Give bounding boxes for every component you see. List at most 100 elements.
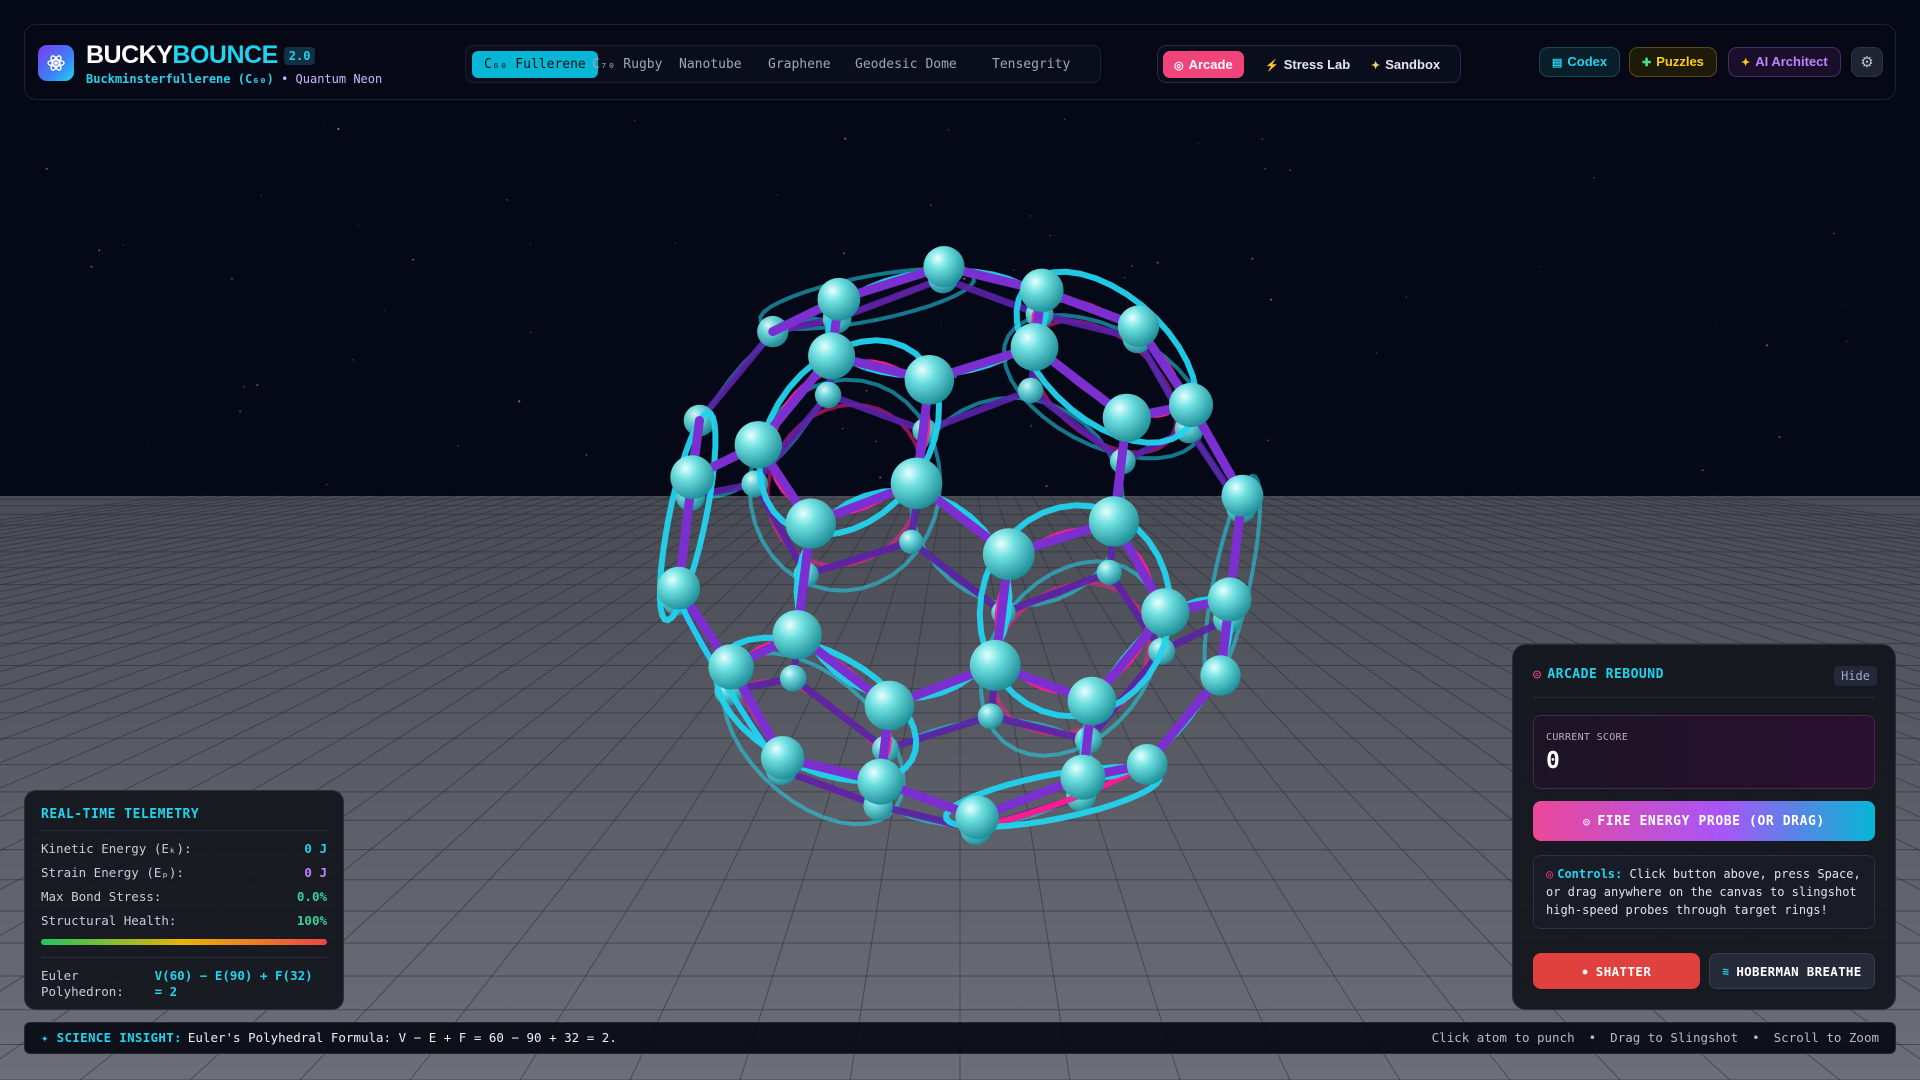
score-label: CURRENT SCORE bbox=[1546, 732, 1629, 743]
puzzles-button[interactable]: ✚ Puzzles bbox=[1629, 47, 1717, 77]
max-bond-stress-value: 0.0% bbox=[296, 889, 327, 904]
telemetry-panel: REAL-TIME TELEMETRY Kinetic Energy (Eₖ):… bbox=[24, 790, 344, 1010]
hide-panel-button[interactable]: Hide bbox=[1834, 666, 1877, 686]
fire-energy-probe-label: FIRE ENERGY PROBE (OR DRAG) bbox=[1597, 813, 1825, 829]
science-insight: ✦ SCIENCE INSIGHT: Euler's Polyhedral For… bbox=[41, 1023, 617, 1053]
score-display: CURRENT SCORE 0 bbox=[1533, 715, 1875, 789]
star bbox=[1251, 257, 1254, 260]
star bbox=[879, 476, 882, 479]
fire-energy-probe-button[interactable]: ◎ FIRE ENERGY PROBE (OR DRAG) bbox=[1533, 801, 1875, 841]
star bbox=[1593, 177, 1595, 179]
star bbox=[1156, 261, 1159, 264]
star bbox=[1716, 325, 1718, 327]
app-title: BUCKY BOUNCE 2.0 bbox=[86, 41, 382, 70]
star bbox=[383, 309, 385, 312]
star bbox=[843, 252, 845, 255]
carbon-atom bbox=[817, 277, 861, 321]
ai-architect-button[interactable]: ✦ AI Architect bbox=[1728, 47, 1841, 77]
hoberman-breathe-button[interactable]: ≋ HOBERMAN BREATHE bbox=[1709, 953, 1875, 989]
hoberman-breathe-label: HOBERMAN BREATHE bbox=[1736, 963, 1862, 979]
theme-name: • Quantum Neon bbox=[281, 72, 383, 86]
carbon-atom bbox=[864, 680, 915, 731]
controls-help: ◎ Controls: Click button above, press Spa… bbox=[1533, 855, 1875, 929]
tab-c70-rugby[interactable]: C₇₀ Rugby bbox=[580, 51, 674, 78]
atom-icon[interactable] bbox=[38, 45, 74, 81]
tab-nanotube[interactable]: Nanotube bbox=[667, 51, 754, 78]
max-bond-stress-label: Max Bond Stress: bbox=[41, 889, 162, 904]
mode-arcade-button[interactable]: ◎ Arcade bbox=[1163, 51, 1244, 78]
star bbox=[1841, 304, 1843, 307]
structural-health-label: Structural Health: bbox=[41, 913, 177, 928]
star bbox=[1029, 215, 1032, 217]
hint-separator: • bbox=[1588, 1030, 1597, 1045]
hint-click-atom: Click atom to punch bbox=[1431, 1030, 1575, 1045]
codex-label: Codex bbox=[1567, 54, 1608, 69]
divider bbox=[41, 957, 327, 958]
strain-energy-value: 0 J bbox=[304, 865, 327, 880]
carbon-atom bbox=[899, 529, 924, 554]
star bbox=[1833, 232, 1835, 235]
explosion-icon: ✸ bbox=[1581, 964, 1589, 978]
mode-stress-lab-label: Stress Lab bbox=[1283, 57, 1351, 72]
star bbox=[352, 359, 354, 361]
star bbox=[1267, 439, 1269, 442]
carbon-atom bbox=[982, 528, 1035, 581]
mode-stress-lab-button[interactable]: ⚡ Stress Lab bbox=[1254, 51, 1361, 78]
book-icon: ▤ bbox=[1552, 57, 1563, 69]
carbon-atom bbox=[1060, 754, 1106, 800]
mode-sandbox-label: Sandbox bbox=[1385, 57, 1441, 72]
mode-sandbox-button[interactable]: ✦ Sandbox bbox=[1360, 51, 1451, 78]
gear-icon: ⚙ bbox=[1860, 54, 1874, 71]
star bbox=[1264, 167, 1266, 170]
carbon-atom bbox=[890, 457, 943, 510]
mode-switcher: ◎ Arcade ⚡ Stress Lab ✦ Sandbox bbox=[1157, 45, 1461, 83]
star bbox=[875, 440, 877, 443]
star bbox=[1030, 424, 1033, 427]
kinetic-energy-value: 0 J bbox=[304, 841, 327, 856]
bolt-icon: ⚡ bbox=[1265, 60, 1279, 72]
tab-tensegrity[interactable]: Tensegrity bbox=[980, 51, 1082, 78]
euler-label: Euler Polyhedron: bbox=[41, 968, 124, 999]
star bbox=[457, 445, 460, 447]
structural-health-value: 100% bbox=[296, 913, 327, 928]
arcade-panel: ◎ ARCADE REBOUND Hide CURRENT SCORE 0 ◎ FI… bbox=[1512, 644, 1896, 1010]
codex-button[interactable]: ▤ Codex bbox=[1539, 47, 1621, 77]
star bbox=[122, 244, 124, 246]
star bbox=[337, 127, 340, 131]
mode-arcade-label: Arcade bbox=[1188, 57, 1233, 72]
carbon-atom bbox=[772, 610, 822, 660]
carbon-atom bbox=[955, 795, 999, 840]
tab-c60-fullerene[interactable]: C₆₀ Fullerene bbox=[472, 51, 598, 78]
carbon-atom bbox=[657, 566, 701, 610]
tab-graphene[interactable]: Graphene bbox=[756, 51, 843, 78]
tab-geodesic-dome[interactable]: Geodesic Dome bbox=[843, 51, 969, 78]
strain-energy-label: Strain Energy (Eₚ): bbox=[41, 865, 184, 880]
euler-value: V(60) − E(90) + F(32) = 2 bbox=[154, 968, 313, 999]
hint-scroll-zoom: Scroll to Zoom bbox=[1773, 1030, 1879, 1045]
carbon-atom bbox=[734, 421, 782, 469]
settings-button[interactable]: ⚙ bbox=[1851, 47, 1883, 77]
star bbox=[1778, 435, 1781, 439]
carbon-atom bbox=[1017, 377, 1044, 404]
star bbox=[1063, 118, 1066, 120]
telemetry-row-health: Structural Health: 100% bbox=[41, 909, 327, 933]
star bbox=[585, 453, 588, 456]
star bbox=[844, 137, 847, 140]
star bbox=[1845, 340, 1848, 343]
star bbox=[147, 444, 149, 446]
carbon-atom bbox=[1126, 744, 1168, 785]
star bbox=[1269, 298, 1273, 301]
star bbox=[963, 277, 966, 280]
divider bbox=[41, 830, 327, 831]
star bbox=[1045, 485, 1048, 488]
puzzles-label: Puzzles bbox=[1656, 54, 1704, 69]
shatter-button[interactable]: ✸ SHATTER bbox=[1533, 953, 1700, 989]
carbon-atom bbox=[670, 455, 715, 499]
telemetry-row-bond-stress: Max Bond Stress: 0.0% bbox=[41, 885, 327, 909]
carbon-atom bbox=[779, 664, 807, 692]
star bbox=[1261, 138, 1264, 140]
star bbox=[256, 384, 259, 387]
star bbox=[98, 249, 101, 252]
star bbox=[1375, 352, 1378, 354]
star bbox=[505, 198, 509, 201]
